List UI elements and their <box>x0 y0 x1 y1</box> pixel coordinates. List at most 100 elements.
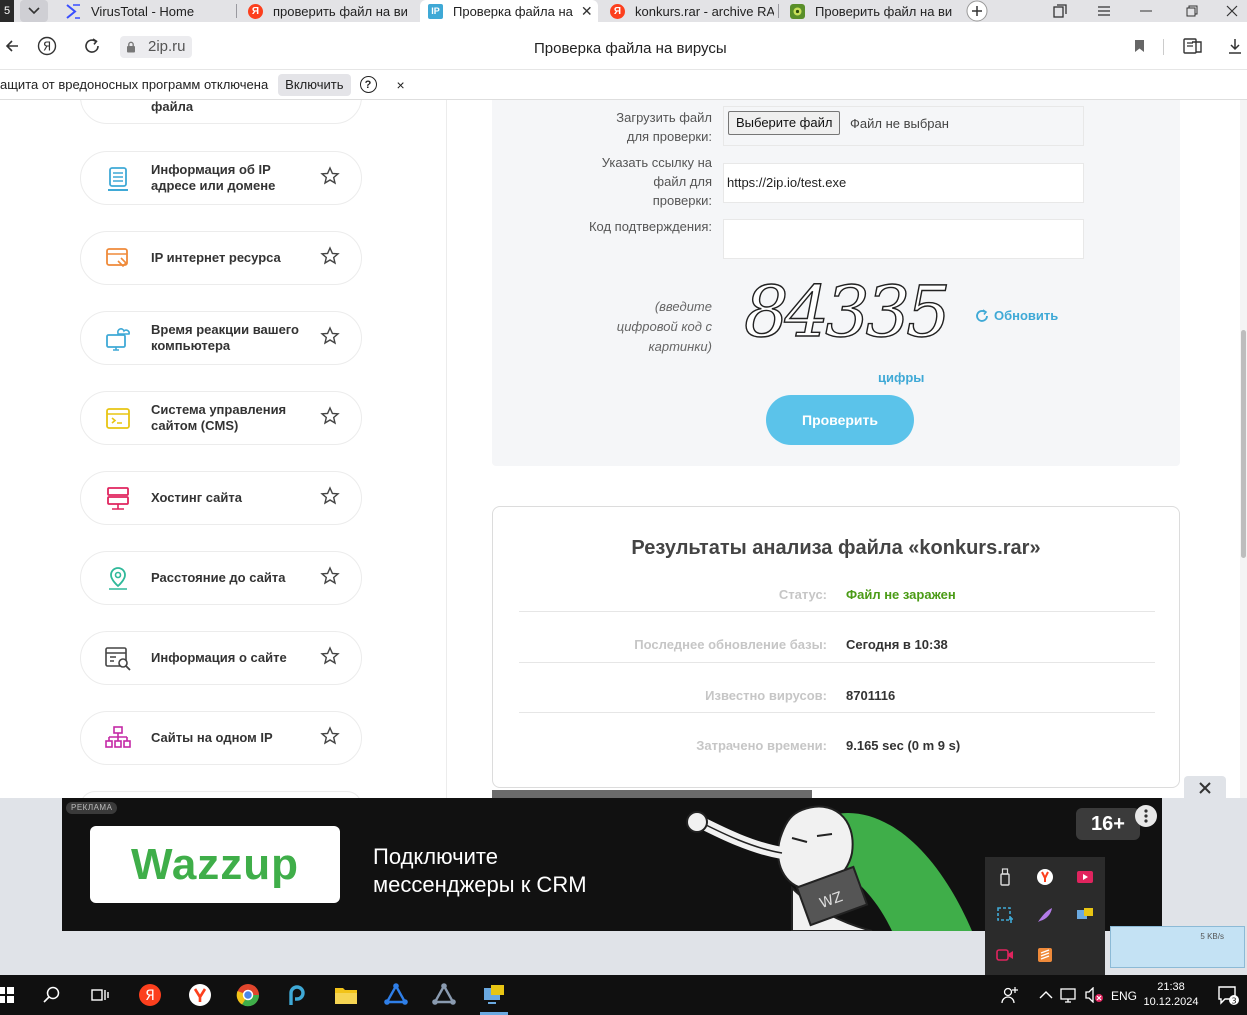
volume-muted-icon[interactable] <box>1082 983 1106 1007</box>
close-window-icon[interactable] <box>1216 0 1247 22</box>
yandex-browser-icon[interactable] <box>188 983 212 1007</box>
tab-counter-icon[interactable]: 5 <box>0 0 14 22</box>
ad-line-1: Подключите <box>373 844 498 869</box>
digits-link[interactable]: цифры <box>878 370 924 385</box>
restore-icon[interactable] <box>1176 0 1208 22</box>
tab-yandex-search[interactable]: Я проверить файл на ви <box>244 0 412 22</box>
sidebar-item-label: Хостинг сайта <box>151 490 242 505</box>
page-scrollbar[interactable] <box>1240 100 1247 800</box>
tab-close-icon[interactable]: ✕ <box>581 3 593 20</box>
video-call-icon[interactable] <box>993 943 1017 967</box>
sidebar-item-ip-info[interactable]: Информация об IP адресе или домене <box>80 151 362 205</box>
close-ad-button[interactable] <box>1184 776 1226 800</box>
network-app-2-icon[interactable] <box>432 983 456 1007</box>
ad-more-options-icon[interactable] <box>1135 805 1157 827</box>
app-d-icon[interactable] <box>286 983 310 1007</box>
scrollbar-thumb[interactable] <box>1241 330 1246 558</box>
star-icon[interactable] <box>320 246 340 266</box>
close-icon <box>1199 782 1211 794</box>
close-notice-icon[interactable]: × <box>397 77 405 93</box>
tab-manager-icon[interactable] <box>1044 0 1076 22</box>
sidebar-item-same-ip-sites[interactable]: Сайты на одном IP <box>80 711 362 765</box>
star-icon[interactable] <box>320 646 340 666</box>
sublime-app-icon[interactable] <box>1033 943 1057 967</box>
content-divider <box>446 100 447 800</box>
yandex-icon: Я <box>248 3 263 19</box>
sidebar-item-distance[interactable]: Расстояние до сайта <box>80 551 362 605</box>
star-icon[interactable] <box>320 486 340 506</box>
feather-app-icon[interactable] <box>1033 903 1057 927</box>
tab-virustotal[interactable]: VirusTotal - Home <box>60 0 232 22</box>
tab-antivirus-check[interactable]: Проверить файл на ви <box>786 0 954 22</box>
browser-menu-icon[interactable] <box>1088 0 1120 22</box>
clock-time: 21:38 <box>1157 981 1185 993</box>
hosting-icon <box>107 487 129 510</box>
sidebar-item-ip-resource[interactable]: IP интернет ресурса <box>80 231 362 285</box>
screenshot-tool-icon[interactable] <box>993 903 1017 927</box>
downloads-icon[interactable] <box>1223 34 1247 58</box>
show-hidden-icons-chevron-icon[interactable] <box>1034 983 1058 1007</box>
help-icon[interactable]: ? <box>359 76 377 93</box>
tabs-dropdown-icon[interactable] <box>20 0 48 22</box>
code-label: Код подтверждения: <box>588 219 712 234</box>
bookmark-icon[interactable] <box>1127 34 1151 58</box>
sidebar-item-hosting[interactable]: Хостинг сайта <box>80 471 362 525</box>
system-clock[interactable]: 21:38 10.12.2024 <box>1140 980 1202 1010</box>
input-language[interactable]: ENG <box>1111 989 1137 1003</box>
lock-icon[interactable] <box>120 36 142 58</box>
yandex-browser-tray-icon[interactable] <box>1033 865 1057 889</box>
sidebar-item-cms[interactable]: Система управления сайтом (CMS) <box>80 391 362 445</box>
yandex-home-icon[interactable]: Я <box>35 34 59 58</box>
reload-icon[interactable] <box>80 34 104 58</box>
ad-headline: Подключите мессенджеры к CRM <box>373 843 587 899</box>
reading-list-icon[interactable] <box>1181 34 1205 58</box>
enable-protection-button[interactable]: Включить <box>278 73 351 96</box>
yandex-app-icon[interactable]: Я <box>138 983 162 1007</box>
notifications-icon[interactable]: 3 <box>1216 983 1240 1007</box>
network-share-icon[interactable] <box>1073 903 1097 927</box>
ad-badge: РЕКЛАМА <box>66 802 118 814</box>
sidebar-item-reaction-time[interactable]: Время реакции вашего компьютера <box>80 311 362 365</box>
task-view-icon[interactable] <box>88 983 112 1007</box>
yandex-icon: Я <box>610 3 625 19</box>
star-icon[interactable] <box>320 726 340 746</box>
sidebar-item-site-info[interactable]: Информация о сайте <box>80 631 362 685</box>
sidebar-item-label: Информация о сайте <box>151 650 287 665</box>
remote-share-icon[interactable] <box>482 983 506 1007</box>
mascot-illustration: WZ <box>686 805 972 931</box>
star-icon[interactable] <box>320 566 340 586</box>
star-icon[interactable] <box>320 166 340 186</box>
url-field[interactable]: 2ip.ru <box>120 36 192 58</box>
refresh-label: Обновить <box>994 308 1059 323</box>
search-icon[interactable] <box>40 983 64 1007</box>
check-file-button[interactable]: Проверить <box>766 395 914 445</box>
screen-recorder-icon[interactable] <box>1073 865 1097 889</box>
minimize-icon[interactable] <box>1130 0 1162 22</box>
divider <box>519 611 1155 612</box>
people-icon[interactable] <box>998 983 1022 1007</box>
network-status-icon[interactable] <box>1058 983 1082 1007</box>
sidebar-item-file-check[interactable]: файла <box>80 100 362 124</box>
network-app-icon[interactable] <box>384 983 408 1007</box>
chrome-icon[interactable] <box>236 983 260 1007</box>
choose-file-button[interactable]: Выберите файл <box>728 111 841 135</box>
file-url-value: https://2ip.io/test.exe <box>727 175 847 190</box>
file-url-input[interactable]: https://2ip.io/test.exe <box>723 163 1084 203</box>
tab-2ip-active[interactable]: IP Проверка файла на ✕ <box>420 0 598 22</box>
confirmation-code-input[interactable] <box>723 219 1084 259</box>
tab-label: проверить файл на ви <box>273 3 408 19</box>
back-arrow-icon[interactable] <box>0 34 24 58</box>
hidden-icons-tray <box>985 857 1105 975</box>
result-value: 8701116 <box>846 688 896 703</box>
usb-device-icon[interactable] <box>993 865 1017 889</box>
location-pin-icon <box>109 567 127 590</box>
new-tab-button[interactable] <box>964 0 990 22</box>
star-icon[interactable] <box>320 406 340 426</box>
star-icon[interactable] <box>320 326 340 346</box>
captcha-text: 84335 <box>744 271 947 350</box>
start-windows-icon[interactable] <box>0 983 18 1007</box>
clock-date: 10.12.2024 <box>1143 996 1199 1008</box>
tab-konkurs-archive[interactable]: Я konkurs.rar - archive RA <box>606 0 774 22</box>
file-explorer-icon[interactable] <box>334 983 358 1007</box>
refresh-captcha-link[interactable]: Обновить <box>975 308 1058 323</box>
